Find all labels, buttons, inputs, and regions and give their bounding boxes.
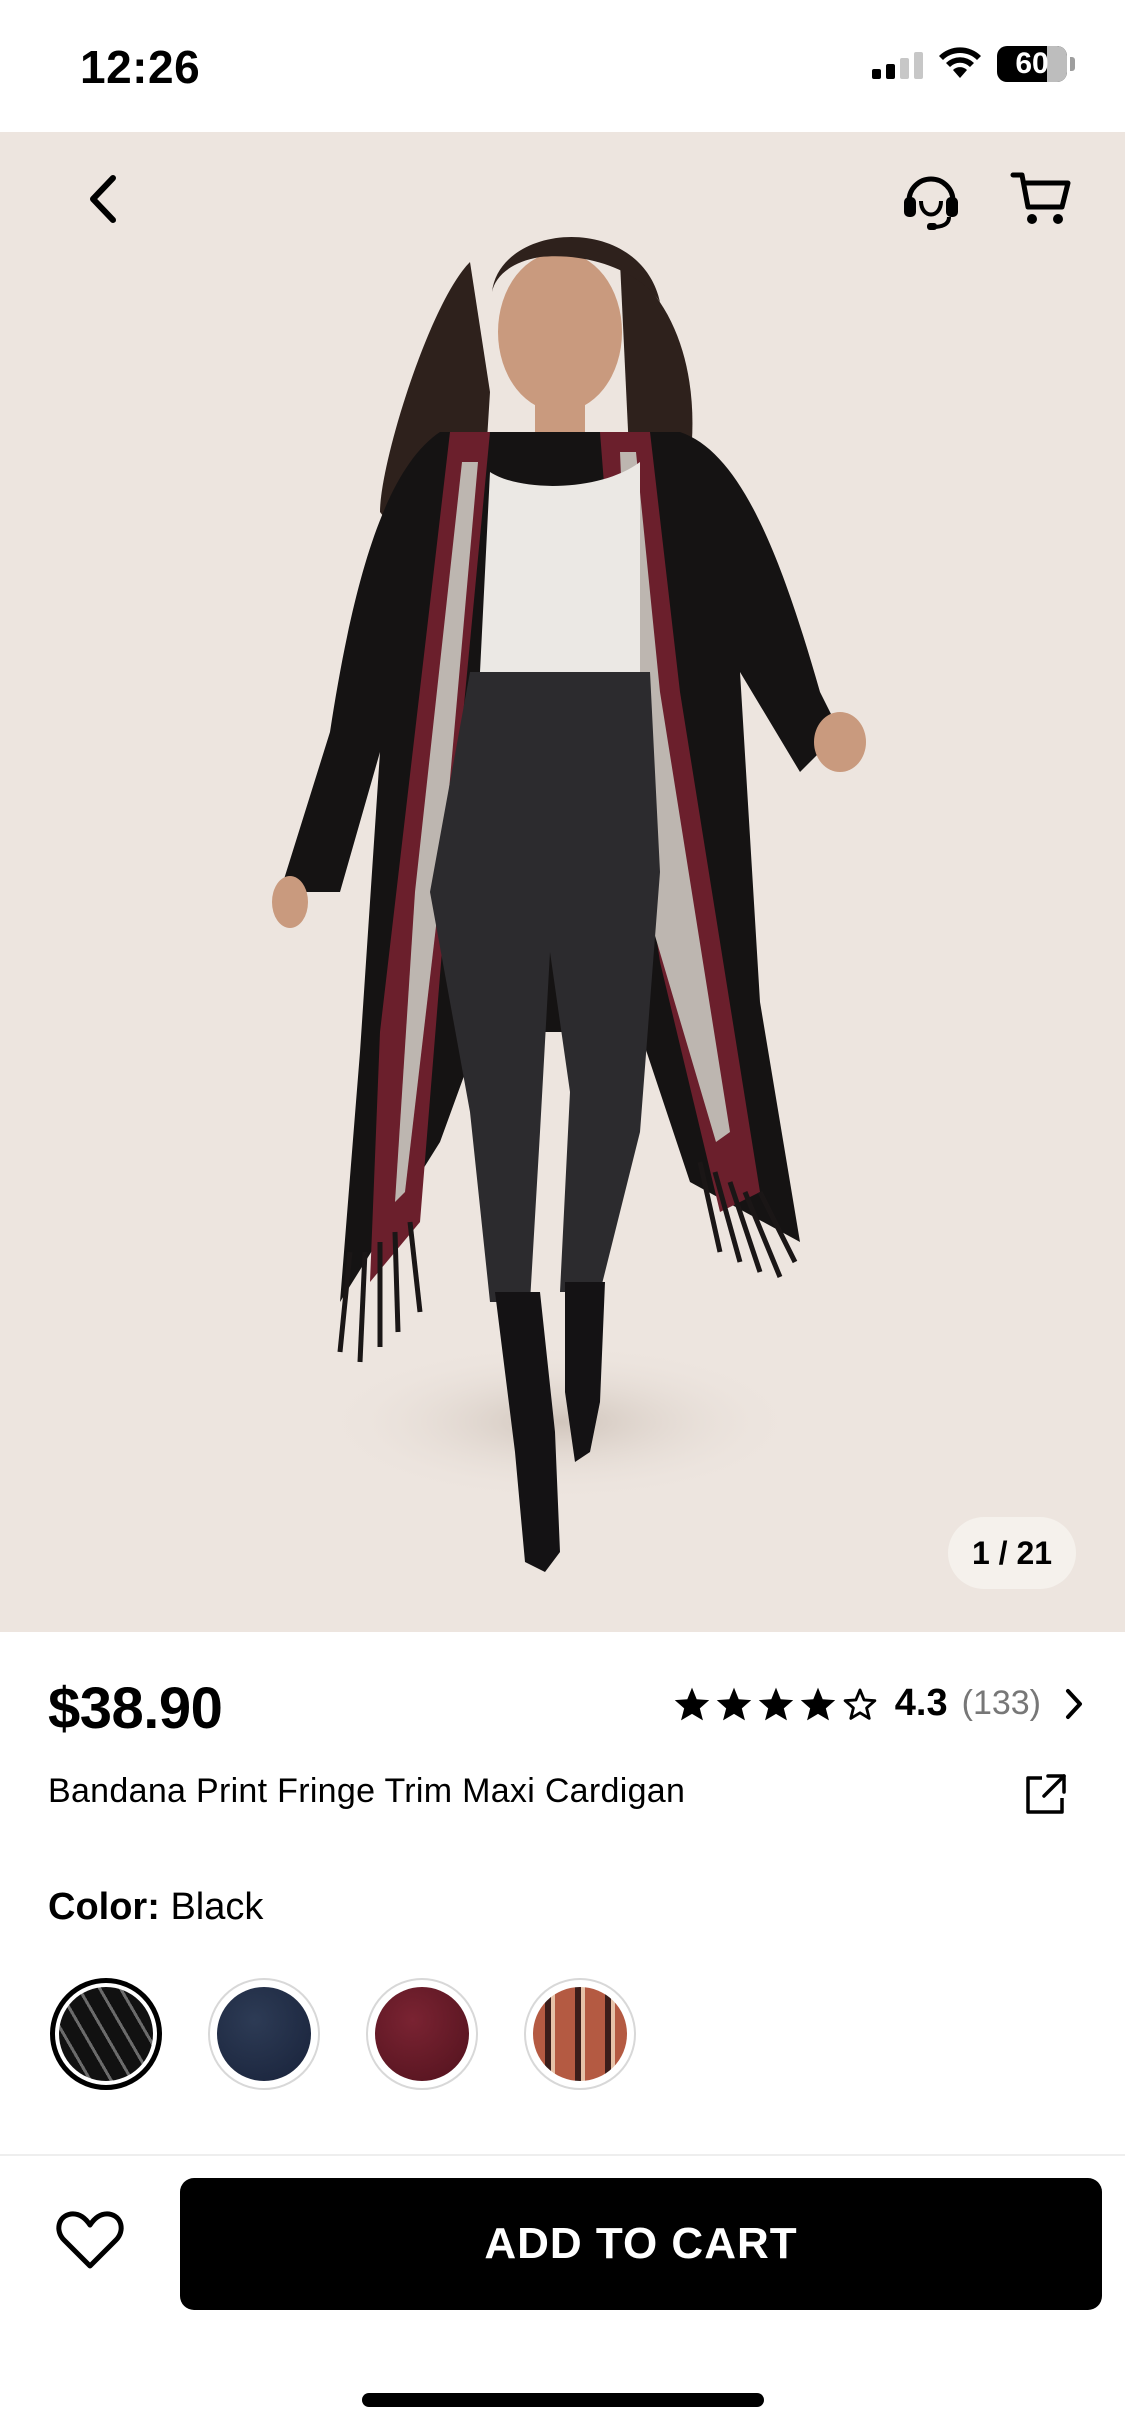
customer-support-button[interactable] [886, 154, 976, 244]
rating-summary[interactable]: 4.3 (133) [673, 1682, 1085, 1725]
product-price: $38.90 [48, 1676, 223, 1741]
headset-icon [904, 176, 958, 230]
share-button[interactable] [1022, 1770, 1078, 1826]
review-count: (133) [961, 1684, 1041, 1722]
signal-icon [872, 49, 923, 79]
heart-icon [56, 2211, 124, 2269]
wifi-icon [939, 47, 981, 78]
color-swatches [50, 1978, 636, 2090]
back-button[interactable] [58, 154, 148, 244]
battery-icon: 60 [997, 46, 1075, 82]
star-outline-icon [843, 1688, 877, 1720]
status-icons: 60 [872, 46, 1075, 82]
star-filled-icon [758, 1687, 794, 1720]
chevron-left-icon [90, 175, 116, 223]
add-to-cart-button[interactable]: ADD TO CART [180, 2178, 1102, 2310]
home-indicator[interactable] [362, 2393, 764, 2407]
status-time: 12:26 [80, 41, 201, 93]
product-photo [272, 237, 866, 1572]
chevron-right-icon [1066, 1688, 1082, 1719]
rating-value: 4.3 [894, 1682, 948, 1724]
swatch-black[interactable] [50, 1978, 162, 2090]
color-label-key: Color: [48, 1886, 160, 1928]
swatch-navy[interactable] [208, 1978, 320, 2090]
selected-color: Black [170, 1886, 264, 1928]
color-label: Color: Black [48, 1886, 263, 1929]
status-bar: 12:26 60 [0, 0, 1125, 132]
cart-icon [1010, 172, 1071, 224]
swatch-burgundy[interactable] [366, 1978, 478, 2090]
battery-level: 60 [1015, 47, 1049, 80]
image-counter: 1 / 21 [948, 1517, 1076, 1589]
swatch-rust-pattern[interactable] [524, 1978, 636, 2090]
product-image-gallery[interactable]: 1 / 21 [0, 132, 1125, 1632]
cart-button[interactable] [996, 154, 1086, 244]
star-filled-icon [800, 1687, 836, 1720]
wishlist-button[interactable] [50, 2200, 130, 2280]
share-icon [1026, 1774, 1066, 1814]
bottom-divider [0, 2154, 1125, 2156]
star-filled-icon [674, 1687, 710, 1720]
star-filled-icon [716, 1687, 752, 1720]
product-title: Bandana Print Fringe Trim Maxi Cardigan [48, 1772, 686, 1810]
rating-stars [673, 1686, 879, 1722]
